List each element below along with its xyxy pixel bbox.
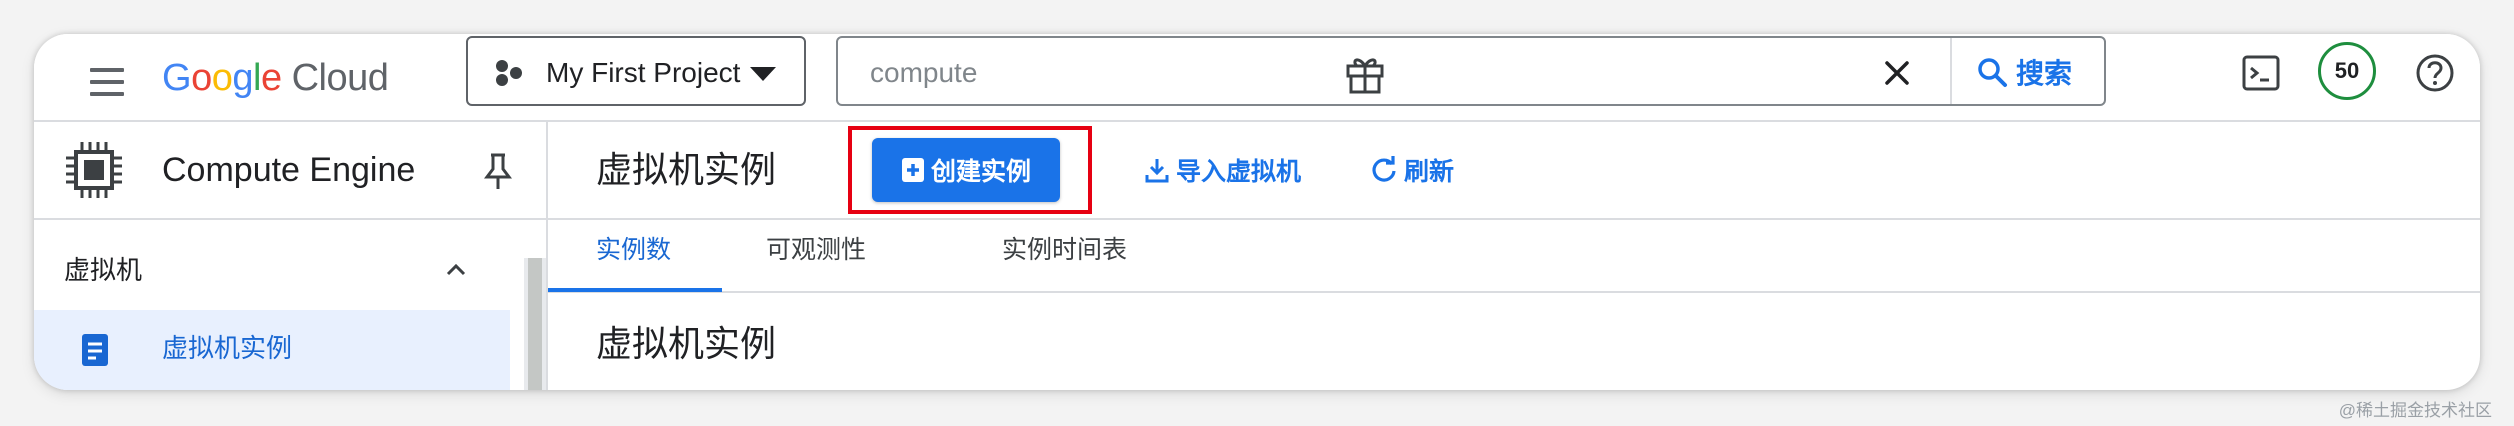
sidebar-section-vm[interactable]: 虚拟机 (34, 240, 524, 300)
pin-icon[interactable] (480, 152, 516, 192)
logo-letter: o (211, 57, 233, 99)
sidebar-item-label: 虚拟机实例 (162, 333, 293, 363)
logo-letter: g (232, 57, 253, 99)
refresh-icon (1372, 156, 1396, 182)
sidebar-scrollbar[interactable] (524, 258, 546, 390)
gift-icon[interactable] (1340, 48, 1390, 98)
logo-letter: o (191, 57, 212, 99)
import-vm-label: 导入虚拟机 (1176, 158, 1302, 186)
import-vm-link[interactable]: 导入虚拟机 (1144, 150, 1301, 190)
google-cloud-logo[interactable]: Google Cloud (162, 54, 389, 102)
search-divider (1950, 38, 1952, 104)
logo-letter: e (260, 57, 282, 99)
import-icon (1145, 159, 1169, 183)
close-icon[interactable] (1880, 56, 1914, 90)
project-name: My First Project (546, 57, 741, 88)
sidebar: Compute Engine 虚拟机 虚拟机实例 (34, 122, 546, 390)
chevron-up-icon (446, 263, 466, 276)
tab-observability[interactable]: 可观测性 (766, 234, 866, 274)
sidebar-item-vm-instances[interactable]: 虚拟机实例 (34, 310, 510, 390)
tabs-divider (548, 291, 2480, 293)
terminal-icon[interactable] (2236, 48, 2286, 98)
caret-down-icon (750, 67, 776, 81)
section-label: 虚拟机 (64, 255, 143, 285)
watermark: @稀土掘金技术社区 (2338, 401, 2492, 420)
project-selector[interactable]: My First Project (466, 36, 806, 106)
cloud-wordmark: Cloud (291, 57, 389, 99)
search-button[interactable]: 搜索 (1976, 52, 2072, 92)
project-hexagon-icon (496, 60, 522, 86)
active-tab-indicator (548, 288, 722, 292)
add-box-icon (901, 158, 924, 182)
google-wordmark: Google (162, 57, 282, 99)
logo-letter: G (162, 57, 192, 99)
sidebar-header: Compute Engine (34, 122, 546, 218)
help-icon[interactable] (2410, 48, 2460, 98)
product-title: Compute Engine (162, 151, 416, 189)
refresh-link[interactable]: 刷新 (1370, 150, 1454, 190)
console-window: GoogleCloud My First Project 搜索 (34, 34, 2480, 390)
scrollbar-thumb[interactable] (528, 258, 542, 390)
search-bar: 搜索 (836, 36, 2106, 106)
page-title: 虚拟机实例 (596, 149, 777, 190)
logo-letter: l (252, 57, 261, 99)
compute-engine-chip-icon (66, 142, 122, 198)
tab-instances[interactable]: 实例数 (596, 234, 671, 274)
top-bar: GoogleCloud My First Project 搜索 (34, 34, 2480, 120)
search-button-label: 搜索 (2016, 58, 2073, 89)
section-title: 虚拟机实例 (596, 323, 777, 364)
search-icon (1978, 58, 2007, 87)
vm-instance-icon (82, 334, 108, 366)
tab-instance-schedules[interactable]: 实例时间表 (1002, 234, 1127, 274)
sidebar-divider (34, 218, 546, 220)
create-instance-label: 创建实例 (930, 158, 1031, 186)
refresh-label: 刷新 (1404, 158, 1455, 186)
notifications-count-badge[interactable]: 50 (2318, 42, 2376, 100)
create-instance-button[interactable]: 创建实例 (872, 138, 1060, 202)
main-content: 虚拟机实例 创建实例 导入虚拟机 刷新 实例数 可观测性 实例时间表 虚拟机实例 (548, 122, 2480, 390)
toolbar-divider (548, 218, 2480, 220)
menu-icon[interactable] (78, 60, 134, 104)
